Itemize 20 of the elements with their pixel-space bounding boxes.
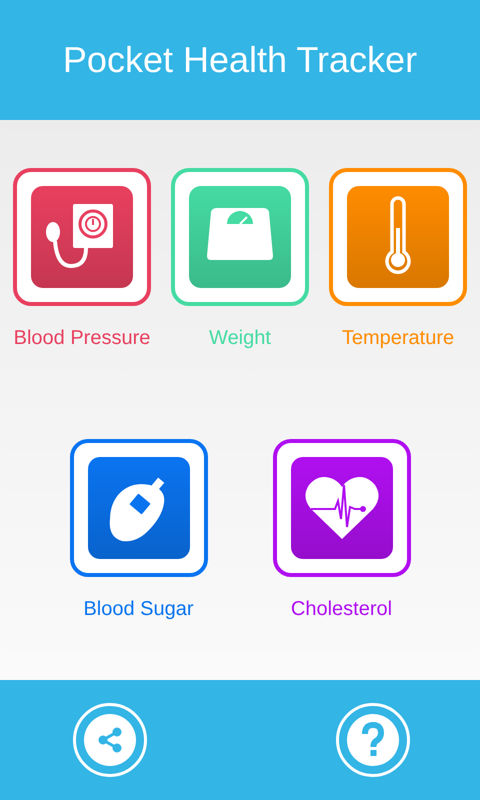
share-icon [81,711,139,769]
heartbeat-icon [302,475,380,539]
tile-label: Weight [209,328,271,348]
app-title: Pocket Health Tracker [62,42,418,78]
gauge-cuff-icon [44,202,115,269]
tile-button[interactable] [171,168,309,306]
tile-button[interactable] [13,168,151,306]
tile-button[interactable] [272,439,410,577]
tile-label: Blood Sugar [83,599,194,619]
tile-label: Temperature [342,328,454,348]
tile-button[interactable] [70,439,208,577]
glucometer-icon [108,477,166,542]
thermometer-icon [385,196,411,274]
help-icon [344,711,402,769]
tile-button[interactable] [329,168,467,306]
tile-label: Cholesterol [290,599,392,619]
share-button[interactable] [73,703,147,777]
scale-icon [207,208,273,260]
help-button[interactable] [336,703,410,777]
tile-label: Blood Pressure [14,328,150,348]
